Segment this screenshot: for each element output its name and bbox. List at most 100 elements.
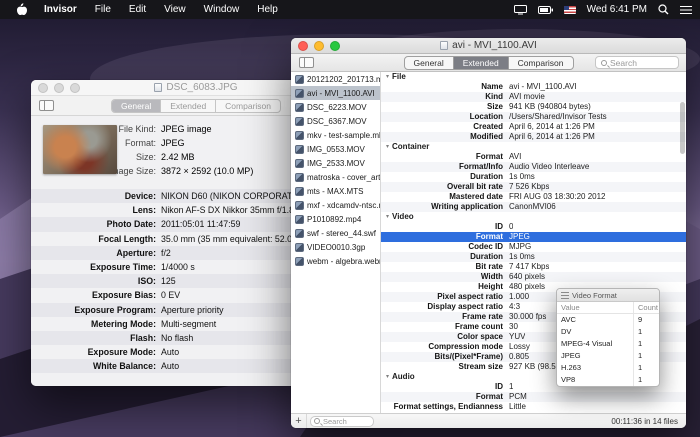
close-button[interactable] (38, 82, 48, 93)
file-list-item[interactable]: avi - MVI_1100.AVI (291, 86, 380, 100)
file-list-item[interactable]: DSC_6367.MOV (291, 114, 380, 128)
sidebar-toggle-icon[interactable] (299, 57, 314, 68)
file-list-item[interactable]: DSC_6223.MOV (291, 100, 380, 114)
metadata-row[interactable]: Format PCM (381, 392, 686, 402)
metadata-row[interactable]: Name avi - MVI_1100.AVI (381, 82, 686, 92)
stats-col-count[interactable]: Count (634, 302, 659, 313)
menu-window[interactable]: Window (195, 4, 249, 15)
add-file-button[interactable]: + (291, 413, 307, 428)
tab-extended[interactable]: Extended (160, 99, 215, 112)
exif-label: Lens: (132, 205, 156, 216)
search-icon (314, 418, 320, 424)
metadata-row[interactable]: Duration 1s 0ms (381, 252, 686, 262)
metadata-value: 480 pixels (509, 282, 546, 291)
file-list-item[interactable]: webm - algebra.webm (291, 254, 380, 268)
metadata-row[interactable]: Format AVI (381, 152, 686, 162)
menu-edit[interactable]: Edit (120, 4, 155, 15)
file-list-item[interactable]: P1010892.mp4 (291, 212, 380, 226)
metadata-row[interactable]: Bit rate 7 417 Kbps (381, 262, 686, 272)
metadata-row[interactable]: Created April 6, 2014 at 1:26 PM (381, 122, 686, 132)
file-list-item[interactable]: matroska - cover_art.mkv (291, 170, 380, 184)
menu-file[interactable]: File (86, 4, 120, 15)
display-icon[interactable] (513, 4, 527, 15)
exif-value: f/2 (161, 247, 171, 258)
stats-titlebar[interactable]: Video Format (557, 289, 659, 302)
metadata-row[interactable]: Codec ID MJPG (381, 242, 686, 252)
sidebar-toggle-icon[interactable] (39, 100, 54, 111)
exif-label: Metering Mode: (91, 318, 156, 329)
apple-menu[interactable] (8, 3, 35, 16)
disclosure-triangle-icon: ▾ (386, 374, 390, 380)
stats-col-value[interactable]: Value (557, 302, 634, 313)
toolbar-search-input[interactable]: Search (595, 56, 679, 69)
file-list-item[interactable]: swf - stereo_44.swf (291, 226, 380, 240)
metadata-label: Location (469, 112, 503, 121)
file-name: avi - MVI_1100.AVI (307, 88, 375, 98)
stats-value: JPEG (557, 350, 634, 362)
menu-clock[interactable]: Wed 6:41 PM (587, 4, 647, 15)
section-header-container[interactable]: ▾ Container (381, 142, 686, 152)
file-proxy-icon[interactable] (154, 83, 163, 92)
notification-center-icon[interactable] (680, 5, 692, 15)
minimize-button[interactable] (54, 82, 64, 93)
file-name: mts - MAX.MTS (307, 186, 364, 196)
menu-items: Invisor File Edit View Window Help (35, 0, 287, 19)
search-icon (601, 59, 607, 66)
right-titlebar[interactable]: avi - MVI_1100.AVI (291, 38, 686, 54)
metadata-row[interactable]: Width 640 pixels (381, 272, 686, 282)
info-value: JPEG (161, 138, 185, 148)
section-header-video[interactable]: ▾ Video (381, 212, 686, 222)
minimize-button[interactable] (314, 40, 324, 51)
input-language-flag-icon[interactable] (563, 5, 576, 14)
metadata-row[interactable]: Format/Info Audio Video Interleave (381, 162, 686, 172)
tab-general[interactable]: General (405, 57, 453, 69)
metadata-value: 941 KB (940804 bytes) (509, 102, 591, 111)
tab-comparison[interactable]: Comparison (507, 56, 573, 69)
file-name: DSC_6367.MOV (307, 116, 367, 126)
exif-value: Auto (161, 347, 180, 358)
metadata-row[interactable]: Mastered date FRI AUG 03 18:30:20 2012 (381, 192, 686, 202)
file-name: webm - algebra.webm (307, 256, 380, 266)
file-list-item[interactable]: IMG_2533.MOV (291, 156, 380, 170)
scrollbar-thumb[interactable] (680, 102, 685, 154)
spotlight-icon[interactable] (658, 4, 669, 15)
file-list-item[interactable]: mts - MAX.MTS (291, 184, 380, 198)
metadata-row[interactable]: Writing application CanonMVI06 (381, 202, 686, 212)
sidebar-search-input[interactable]: Search (310, 415, 374, 427)
metadata-row[interactable]: Overall bit rate 7 526 Kbps (381, 182, 686, 192)
video-format-stats-panel: Video Format Value Count AVC 9 DV 1 MPEG-4 V… (556, 288, 660, 387)
tab-extended[interactable]: Extended (452, 56, 508, 69)
metadata-row[interactable]: Format JPEG (381, 232, 686, 242)
close-button[interactable] (298, 40, 308, 51)
menu-view[interactable]: View (155, 4, 195, 15)
metadata-row[interactable]: Format settings, Endianness Little (381, 402, 686, 412)
exif-label: ISO: (137, 276, 156, 287)
metadata-row[interactable]: Location/Users/Shared/Invisor Tests (381, 112, 686, 122)
metadata-value: /Users/Shared/Invisor Tests (509, 112, 607, 121)
file-list-item[interactable]: 20121202_201713.mp4 (291, 72, 380, 86)
file-proxy-icon[interactable] (440, 41, 449, 50)
file-name: mkv - test-sample.mkv (307, 130, 380, 140)
battery-icon[interactable] (537, 5, 553, 14)
file-list-item[interactable]: IMG_0553.MOV (291, 142, 380, 156)
metadata-row[interactable]: Modified April 6, 2014 at 1:26 PM (381, 132, 686, 142)
zoom-button[interactable] (70, 82, 80, 93)
metadata-row[interactable]: Duration 1s 0ms (381, 172, 686, 182)
file-list-item[interactable]: mkv - test-sample.mkv (291, 128, 380, 142)
metadata-row[interactable]: Kind AVI movie (381, 92, 686, 102)
file-list-item[interactable]: VIDEO0010.3gp (291, 240, 380, 254)
menu-help[interactable]: Help (248, 4, 287, 15)
tab-comparison[interactable]: Comparison (215, 99, 280, 112)
zoom-button[interactable] (330, 40, 340, 51)
stats-rows: AVC 9 DV 1 MPEG-4 Visual 1 JPEG 1 H.263 1 VP8 1 (557, 314, 659, 386)
menu-invisor[interactable]: Invisor (35, 4, 86, 15)
metadata-row[interactable]: ID 0 (381, 222, 686, 232)
file-name: 20121202_201713.mp4 (307, 74, 380, 84)
metadata-label: Overall bit rate (446, 182, 503, 191)
file-list-item[interactable]: mxf - xdcamdv-ntsc.mxf (291, 198, 380, 212)
metadata-label: Width (480, 272, 503, 281)
section-header-file[interactable]: ▾ File (381, 72, 686, 82)
tab-general[interactable]: General (112, 99, 161, 112)
stats-count: 1 (638, 339, 643, 348)
metadata-row[interactable]: Size 941 KB (940804 bytes) (381, 102, 686, 112)
